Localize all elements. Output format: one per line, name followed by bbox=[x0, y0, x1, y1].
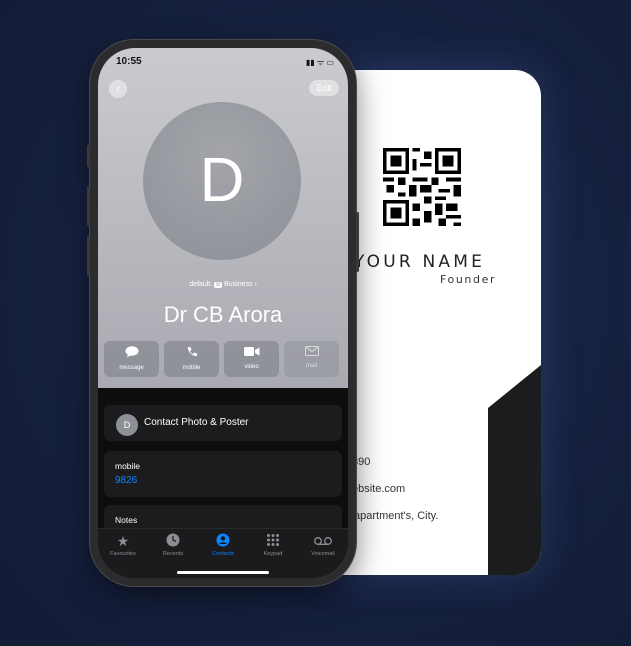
small-avatar: D bbox=[116, 414, 138, 436]
clock-icon bbox=[148, 533, 198, 549]
contact-avatar[interactable]: D bbox=[143, 102, 301, 260]
video-icon bbox=[224, 346, 279, 360]
mail-button[interactable]: mail bbox=[284, 341, 339, 377]
tab-recents-label: Recents bbox=[162, 551, 184, 557]
person-icon bbox=[198, 533, 248, 549]
mail-icon bbox=[284, 346, 339, 359]
chevron-left-icon: ‹ bbox=[116, 81, 120, 95]
back-button[interactable]: ‹ bbox=[109, 80, 127, 98]
voicemail-icon bbox=[298, 533, 348, 549]
phone-screen: 10:55 ▮▮ ᯤ ▭ ‹ Edit D default: B Busines… bbox=[98, 48, 348, 578]
video-label: video bbox=[244, 364, 259, 370]
qr-code bbox=[383, 148, 461, 226]
tab-recents[interactable]: Recents bbox=[148, 533, 198, 557]
mobile-label: mobile bbox=[182, 365, 201, 371]
contact-photo-poster-row[interactable]: D Contact Photo & Poster bbox=[104, 405, 342, 441]
default-label: default: bbox=[189, 281, 213, 288]
card-address: apartment's, City. bbox=[354, 510, 439, 522]
default-value: Business bbox=[224, 281, 253, 288]
notes-label: Notes bbox=[115, 515, 138, 525]
volume-up-button bbox=[87, 186, 90, 226]
contact-photo-poster-label: Contact Photo & Poster bbox=[144, 417, 249, 428]
tab-contacts-label: Contacts bbox=[212, 551, 234, 557]
tab-contacts[interactable]: Contacts bbox=[198, 533, 248, 557]
message-button[interactable]: message bbox=[104, 341, 159, 377]
home-indicator[interactable] bbox=[177, 571, 269, 574]
mobile-row[interactable]: mobile 9826 bbox=[104, 451, 342, 497]
message-label: message bbox=[119, 365, 144, 371]
mobile-field-label: mobile bbox=[115, 461, 141, 471]
mobile-call-button[interactable]: mobile bbox=[164, 341, 219, 377]
power-button bbox=[356, 212, 359, 272]
contact-header: 10:55 ▮▮ ᯤ ▭ ‹ Edit D default: B Busines… bbox=[98, 48, 348, 388]
mobile-number[interactable]: 9826 bbox=[115, 475, 137, 486]
tab-favourites[interactable]: ★ Favourites bbox=[98, 533, 148, 557]
action-row: message mobile video mail bbox=[104, 341, 342, 377]
video-call-button[interactable]: video bbox=[224, 341, 279, 377]
tab-voicemail[interactable]: Voicemail bbox=[298, 533, 348, 557]
action-button bbox=[87, 145, 90, 167]
contact-name: Dr CB Arora bbox=[163, 302, 283, 327]
volume-down-button bbox=[87, 236, 90, 276]
card-website: ebsite.com bbox=[352, 483, 406, 495]
status-time: 10:55 bbox=[116, 56, 142, 67]
default-account-line[interactable]: default: B Business › bbox=[98, 281, 348, 288]
mail-label: mail bbox=[305, 363, 317, 369]
keypad-icon bbox=[248, 533, 298, 549]
chevron-right-icon: › bbox=[254, 281, 257, 288]
card-name: YOUR NAME bbox=[354, 252, 486, 272]
tab-voicemail-label: Voicemail bbox=[311, 551, 335, 557]
phone-icon bbox=[164, 346, 219, 361]
edit-button[interactable]: Edit bbox=[309, 80, 339, 96]
tab-keypad[interactable]: Keypad bbox=[248, 533, 298, 557]
message-icon bbox=[104, 346, 159, 361]
business-badge-icon: B bbox=[214, 282, 223, 288]
tab-keypad-label: Keypad bbox=[263, 551, 283, 557]
card-role: Founder bbox=[440, 273, 497, 286]
star-icon: ★ bbox=[116, 533, 130, 549]
phone-device: 10:55 ▮▮ ᯤ ▭ ‹ Edit D default: B Busines… bbox=[87, 40, 359, 586]
tab-favourites-label: Favourites bbox=[110, 551, 136, 557]
status-icons: ▮▮ ᯤ ▭ bbox=[305, 58, 334, 67]
